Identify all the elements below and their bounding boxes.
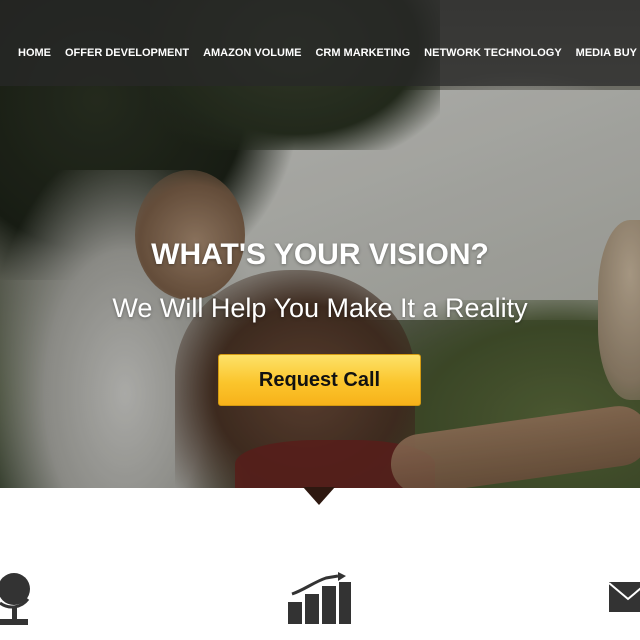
main-nav: HOME OFFER DEVELOPMENT AMAZON VOLUME CRM… — [18, 46, 640, 60]
top-navbar: HOME OFFER DEVELOPMENT AMAZON VOLUME CRM… — [0, 0, 640, 86]
nav-item-home[interactable]: HOME — [18, 46, 51, 60]
hero-headline: WHAT'S YOUR VISION? — [151, 238, 489, 271]
nav-item-offer-development[interactable]: OFFER DEVELOPMENT — [65, 46, 189, 60]
bar-chart-icon[interactable] — [286, 572, 352, 626]
globe-icon[interactable] — [0, 565, 36, 631]
hero-subheadline: We Will Help You Make It a Reality — [112, 293, 528, 323]
envelope-icon[interactable] — [608, 578, 640, 618]
nav-item-amazon-volume[interactable]: AMAZON VOLUME — [203, 46, 301, 60]
nav-item-crm-marketing[interactable]: CRM MARKETING — [315, 46, 410, 60]
request-call-button[interactable]: Request Call — [218, 354, 421, 406]
hero-pointer-arrow — [303, 487, 335, 505]
nav-item-network-technology[interactable]: NETWORK TECHNOLOGY — [424, 46, 562, 60]
nav-item-media-buy[interactable]: MEDIA BUY — [576, 46, 637, 60]
